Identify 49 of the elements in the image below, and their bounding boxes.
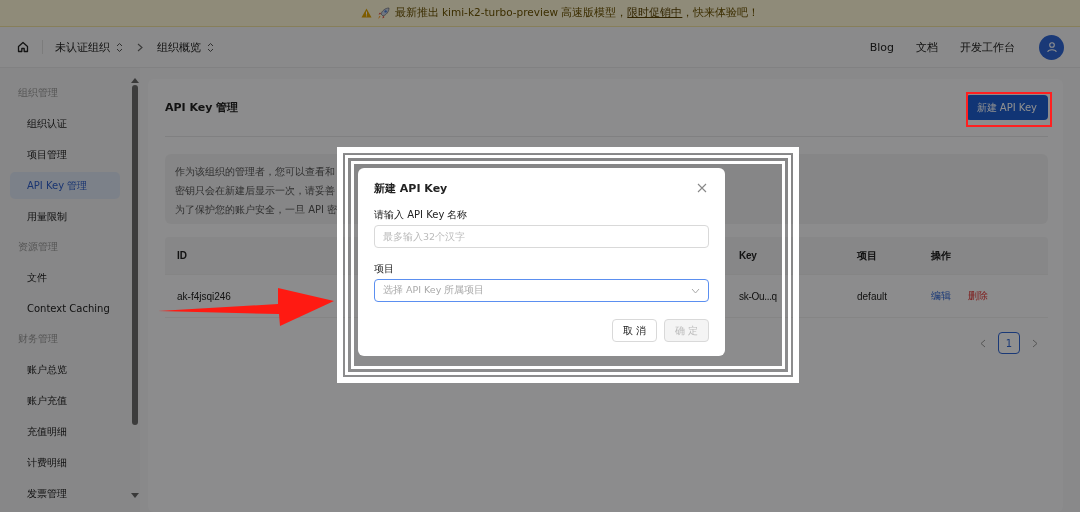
sidebar-item[interactable]: 项目管理 — [10, 141, 120, 168]
edit-link[interactable]: 编辑 — [931, 289, 951, 303]
new-api-key-button[interactable]: 新建 API Key — [965, 95, 1048, 120]
notice-text: 作为该组织的管理者，您可以查看和 — [175, 165, 335, 178]
scrollbar-thumb[interactable] — [131, 85, 138, 425]
column-header: ID — [177, 250, 187, 261]
updown-chevron-icon — [207, 41, 214, 53]
scroll-up-icon — [130, 78, 139, 83]
banner-text: 最新推出 kimi-k2-turbo-preview 高速版模型，限时促销中，快来体验吧！ — [394, 6, 760, 20]
org-switcher[interactable]: 未认证组织 — [55, 39, 123, 55]
sidebar-item[interactable]: 用量限制 — [10, 203, 120, 230]
sidebar-item[interactable]: 账户充值 — [10, 387, 120, 414]
column-header: Key — [739, 250, 757, 261]
nav-link[interactable]: 文档 — [916, 39, 938, 55]
nav-link[interactable]: 开发工作台 — [960, 39, 1015, 55]
next-page-icon — [1032, 338, 1038, 348]
delete-link[interactable]: 删除 — [968, 289, 988, 303]
sidebar-item[interactable]: 组织认证 — [10, 110, 120, 137]
page-title: API Key 管理 — [165, 100, 239, 115]
scroll-down-icon — [130, 493, 139, 498]
sidebar-item[interactable]: 账户总览 — [10, 356, 120, 383]
table-cell: sk-Ou...q — [739, 290, 777, 302]
sidebar-item[interactable]: 发票管理 — [10, 480, 120, 507]
chevron-down-icon — [691, 287, 700, 294]
sidebar-item[interactable]: Context Caching — [10, 295, 120, 322]
org-switcher[interactable]: 组织概览 — [157, 39, 214, 55]
column-header: 操作 — [931, 249, 951, 261]
cancel-button[interactable]: 取 消 — [612, 319, 657, 342]
sidebar-item[interactable]: 充值明细 — [10, 418, 120, 445]
close-icon[interactable] — [697, 182, 709, 195]
field-label: 请输入 API Key 名称 — [374, 208, 469, 222]
sidebar-item[interactable]: API Key 管理 — [10, 172, 120, 199]
home-icon[interactable] — [16, 40, 30, 54]
column-header: 项目 — [857, 249, 877, 261]
table-cell: ak-f4jsqi246 — [177, 290, 231, 302]
sidebar-item[interactable]: 计费明细 — [10, 449, 120, 476]
chevron-right-icon — [137, 42, 143, 52]
updown-chevron-icon — [116, 41, 123, 53]
rocket-icon — [376, 6, 390, 20]
promo-link[interactable]: 限时促销中 — [627, 6, 683, 18]
table-cell: default — [857, 290, 888, 302]
nav-link[interactable]: Blog — [869, 40, 894, 54]
dialog-title: 新建 API Key — [374, 181, 448, 196]
prev-page-icon — [980, 338, 986, 348]
field-label: 项目 — [374, 262, 395, 276]
avatar[interactable] — [1039, 34, 1064, 60]
warning-icon — [360, 8, 372, 18]
page-number[interactable]: 1 — [998, 332, 1020, 354]
sidebar-item[interactable]: 文件 — [10, 264, 120, 291]
